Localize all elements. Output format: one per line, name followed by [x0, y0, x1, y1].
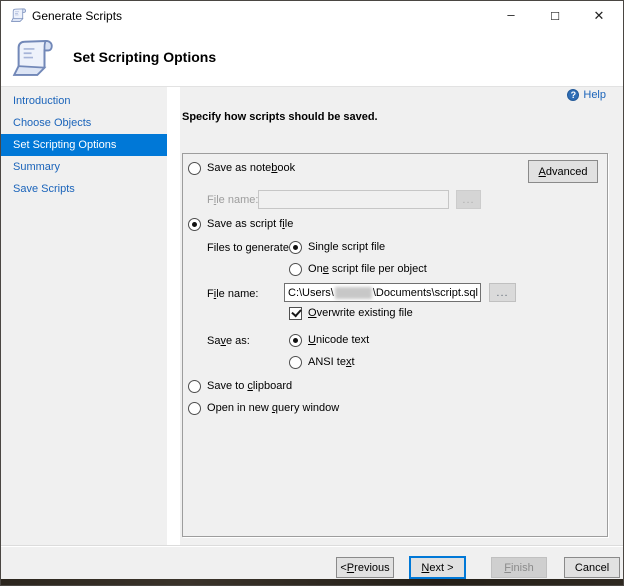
- help-icon: ?: [567, 89, 579, 101]
- wizard-body: IntroductionChoose ObjectsSet Scripting …: [1, 87, 623, 545]
- wizard-header: Set Scripting Options: [1, 31, 623, 87]
- save-as-notebook-radio[interactable]: [188, 162, 201, 175]
- next-button[interactable]: Next >: [409, 556, 466, 579]
- minimize-button[interactable]: –: [489, 1, 533, 31]
- desktop-background-strip: [1, 579, 623, 586]
- file-name-input[interactable]: C:\Users\ \Documents\script.sql: [284, 283, 481, 302]
- ansi-text-radio[interactable]: [289, 356, 302, 369]
- window-title: Generate Scripts: [32, 9, 122, 23]
- save-as-label: Save as:: [207, 335, 250, 347]
- open-in-new-query-label[interactable]: Open in new query window: [207, 402, 339, 414]
- save-as-script-file-radio[interactable]: [188, 218, 201, 231]
- notebook-file-name-input: [258, 190, 449, 209]
- wizard-steps-nav: IntroductionChoose ObjectsSet Scripting …: [1, 90, 167, 200]
- ansi-text-label[interactable]: ANSI text: [308, 356, 355, 368]
- title-bar[interactable]: Generate Scripts – ☐ ✕: [1, 1, 623, 31]
- notebook-browse-button: ...: [456, 190, 481, 209]
- wizard-sidebar: IntroductionChoose ObjectsSet Scripting …: [1, 87, 167, 545]
- save-to-clipboard-label[interactable]: Save to clipboard: [207, 380, 292, 392]
- instruction-text: Specify how scripts should be saved.: [182, 111, 378, 123]
- close-button[interactable]: ✕: [577, 1, 621, 31]
- sidebar-divider: [167, 87, 180, 545]
- unicode-text-radio[interactable]: [289, 334, 302, 347]
- notebook-file-name-label: File name:: [207, 194, 258, 206]
- window-controls: – ☐ ✕: [489, 1, 621, 31]
- one-file-per-object-radio[interactable]: [289, 263, 302, 276]
- save-to-clipboard-radio[interactable]: [188, 380, 201, 393]
- scroll-icon-large: [10, 36, 56, 82]
- help-link[interactable]: ? Help: [567, 89, 606, 101]
- maximize-button[interactable]: ☐: [533, 1, 577, 31]
- single-script-file-label[interactable]: Single script file: [308, 241, 385, 253]
- advanced-button[interactable]: Advanced: [528, 160, 598, 183]
- cancel-button[interactable]: Cancel: [564, 557, 620, 578]
- one-file-per-object-label[interactable]: One script file per object: [308, 263, 427, 275]
- sidebar-item-save-scripts[interactable]: Save Scripts: [1, 178, 167, 200]
- file-path-suffix: \Documents\script.sql: [373, 287, 478, 299]
- save-options-groupbox: Save as notebook Advanced File name: ...…: [182, 153, 608, 537]
- overwrite-existing-checkbox[interactable]: [289, 307, 302, 320]
- previous-button[interactable]: < Previous: [336, 557, 394, 578]
- sidebar-item-summary[interactable]: Summary: [1, 156, 167, 178]
- file-name-browse-button[interactable]: ...: [489, 283, 516, 302]
- scroll-icon: [10, 7, 27, 24]
- help-label: Help: [583, 89, 606, 101]
- overwrite-existing-label[interactable]: Overwrite existing file: [308, 307, 413, 319]
- file-path-prefix: C:\Users\: [288, 287, 334, 299]
- generate-scripts-window: Generate Scripts – ☐ ✕ Set Scripting Opt…: [0, 0, 624, 586]
- finish-button: Finish: [491, 557, 547, 578]
- files-to-generate-label: Files to generate:: [207, 242, 292, 254]
- redacted-username: [335, 287, 372, 299]
- sidebar-item-choose-objects[interactable]: Choose Objects: [1, 112, 167, 134]
- open-in-new-query-radio[interactable]: [188, 402, 201, 415]
- save-as-notebook-label[interactable]: Save as notebook: [207, 162, 295, 174]
- file-name-label: File name:: [207, 288, 258, 300]
- sidebar-item-introduction[interactable]: Introduction: [1, 90, 167, 112]
- save-as-script-file-label[interactable]: Save as script file: [207, 218, 293, 230]
- single-script-file-radio[interactable]: [289, 241, 302, 254]
- sidebar-item-set-scripting-options[interactable]: Set Scripting Options: [1, 134, 167, 156]
- unicode-text-label[interactable]: Unicode text: [308, 334, 369, 346]
- page-title: Set Scripting Options: [73, 49, 216, 65]
